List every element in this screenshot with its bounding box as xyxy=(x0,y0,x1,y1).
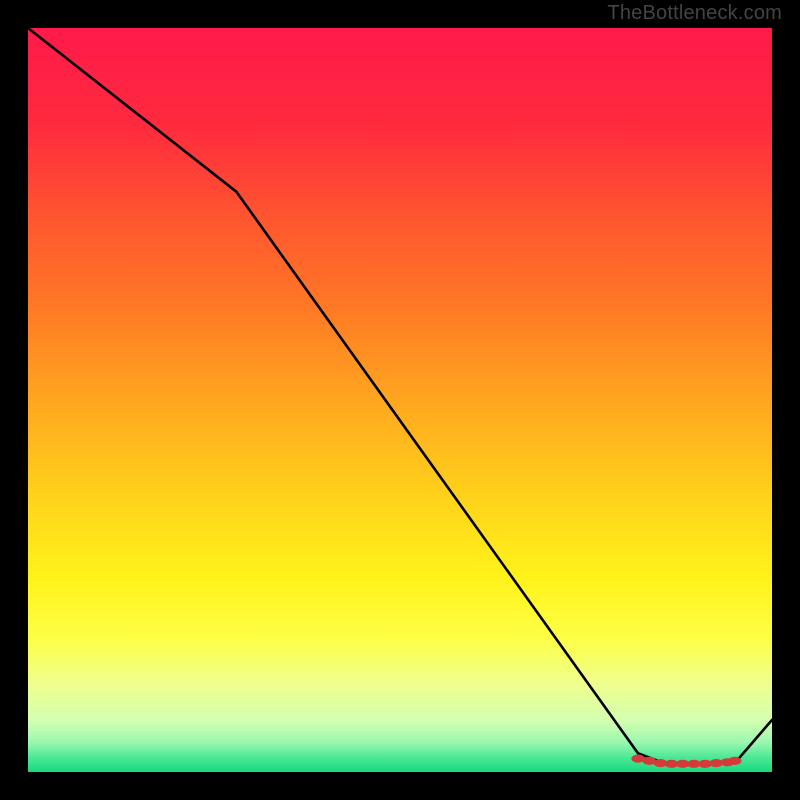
plot-area xyxy=(28,28,772,772)
attribution-text: TheBottleneck.com xyxy=(607,2,782,25)
data-marker xyxy=(728,757,741,765)
curve-layer xyxy=(28,28,772,772)
chart-container: TheBottleneck.com xyxy=(0,0,800,800)
bottleneck-curve xyxy=(28,28,772,765)
